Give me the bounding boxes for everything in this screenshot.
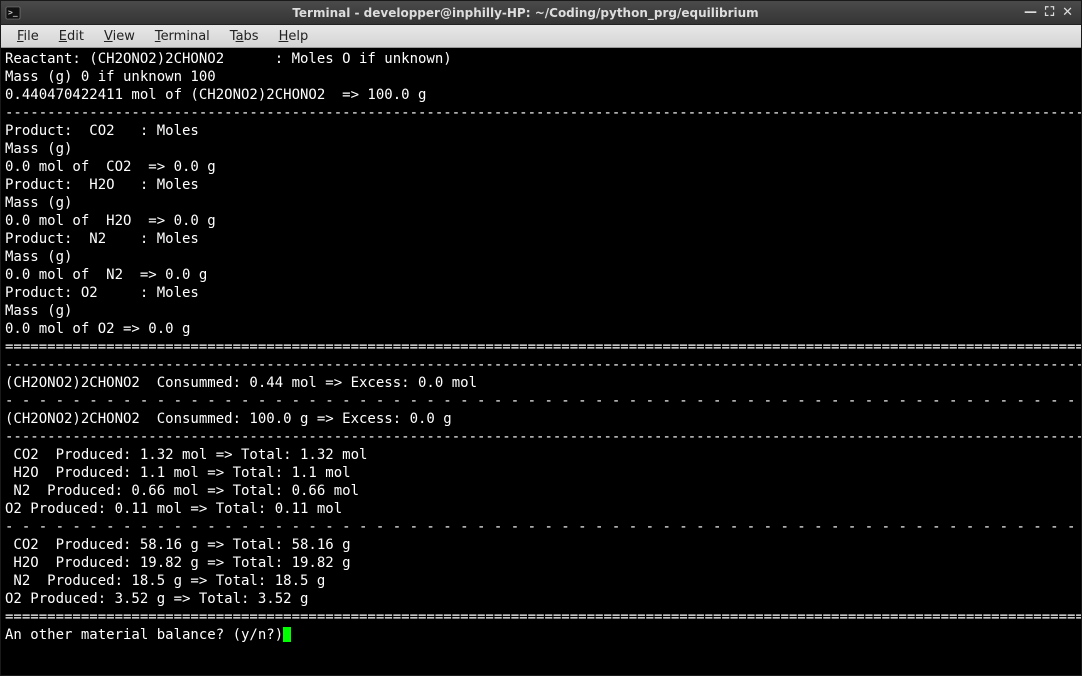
terminal-line: - - - - - - - - - - - - - - - - - - - - …	[5, 392, 1077, 410]
titlebar[interactable]: >_ Terminal - developper@inphilly-HP: ~/…	[1, 1, 1081, 25]
svg-text:>_: >_	[8, 8, 18, 17]
terminal-line: ----------------------------------------…	[5, 356, 1077, 374]
terminal-line: Mass (g)	[5, 248, 1077, 266]
terminal-line: Product: O2 : Moles	[5, 284, 1077, 302]
terminal-line: N2 Produced: 0.66 mol => Total: 0.66 mol	[5, 482, 1077, 500]
terminal-line: - - - - - - - - - - - - - - - - - - - - …	[5, 518, 1077, 536]
terminal-line: ========================================…	[5, 608, 1077, 626]
terminal-app-icon: >_	[5, 5, 21, 21]
menu-tabs[interactable]: Tabs	[220, 27, 269, 46]
window-title: Terminal - developper@inphilly-HP: ~/Cod…	[27, 6, 1024, 20]
menu-view[interactable]: View	[94, 27, 145, 46]
menu-tabs-rest: bs	[244, 29, 259, 44]
terminal-line: H2O Produced: 19.82 g => Total: 19.82 g	[5, 554, 1077, 572]
terminal-line: Mass (g)	[5, 194, 1077, 212]
terminal-line: CO2 Produced: 58.16 g => Total: 58.16 g	[5, 536, 1077, 554]
terminal-line: (CH2ONO2)2CHONO2 Consummed: 100.0 g => E…	[5, 410, 1077, 428]
terminal-line: ----------------------------------------…	[5, 104, 1077, 122]
terminal-line: 0.0 mol of O2 => 0.0 g	[5, 320, 1077, 338]
close-button[interactable]: ✕	[1062, 6, 1073, 19]
minimize-button[interactable]: —	[1024, 6, 1037, 19]
terminal-line: O2 Produced: 0.11 mol => Total: 0.11 mol	[5, 500, 1077, 518]
terminal-line: H2O Produced: 1.1 mol => Total: 1.1 mol	[5, 464, 1077, 482]
terminal-line: 0.0 mol of CO2 => 0.0 g	[5, 158, 1077, 176]
menu-edit[interactable]: Edit	[49, 27, 94, 46]
terminal-line: Mass (g)	[5, 302, 1077, 320]
terminal-line: Product: H2O : Moles	[5, 176, 1077, 194]
menubar: File Edit View Terminal Tabs Help	[1, 25, 1081, 48]
terminal-line: N2 Produced: 18.5 g => Total: 18.5 g	[5, 572, 1077, 590]
terminal-line: ========================================…	[5, 338, 1077, 356]
menu-file-rest: ile	[24, 29, 39, 44]
menu-terminal-rest: erminal	[161, 29, 210, 44]
terminal-line: Mass (g) 0 if unknown 100	[5, 68, 1077, 86]
terminal-line: Reactant: (CH2ONO2)2CHONO2 : Moles O if …	[5, 50, 1077, 68]
terminal-line: Mass (g)	[5, 140, 1077, 158]
menu-edit-rest: dit	[67, 29, 84, 44]
terminal-line: 0.440470422411 mol of (CH2ONO2)2CHONO2 =…	[5, 86, 1077, 104]
maximize-button[interactable]: ⛶	[1045, 6, 1054, 19]
terminal-line: (CH2ONO2)2CHONO2 Consummed: 0.44 mol => …	[5, 374, 1077, 392]
terminal-line: Product: CO2 : Moles	[5, 122, 1077, 140]
terminal-line: 0.0 mol of N2 => 0.0 g	[5, 266, 1077, 284]
terminal-line: ----------------------------------------…	[5, 428, 1077, 446]
menu-help-rest: elp	[288, 29, 308, 44]
terminal-line: CO2 Produced: 1.32 mol => Total: 1.32 mo…	[5, 446, 1077, 464]
terminal-window: >_ Terminal - developper@inphilly-HP: ~/…	[0, 0, 1082, 676]
terminal-body[interactable]: Reactant: (CH2ONO2)2CHONO2 : Moles O if …	[1, 48, 1081, 675]
menu-help[interactable]: Help	[269, 27, 319, 46]
terminal-prompt-line: An other material balance? (y/n?)	[5, 626, 1077, 644]
menu-view-rest: iew	[113, 29, 135, 44]
terminal-line: 0.0 mol of H2O => 0.0 g	[5, 212, 1077, 230]
terminal-line: O2 Produced: 3.52 g => Total: 3.52 g	[5, 590, 1077, 608]
terminal-line: Product: N2 : Moles	[5, 230, 1077, 248]
menu-terminal[interactable]: Terminal	[145, 27, 220, 46]
cursor	[283, 627, 291, 642]
window-controls: — ⛶ ✕	[1024, 6, 1077, 19]
menu-file[interactable]: File	[7, 27, 49, 46]
